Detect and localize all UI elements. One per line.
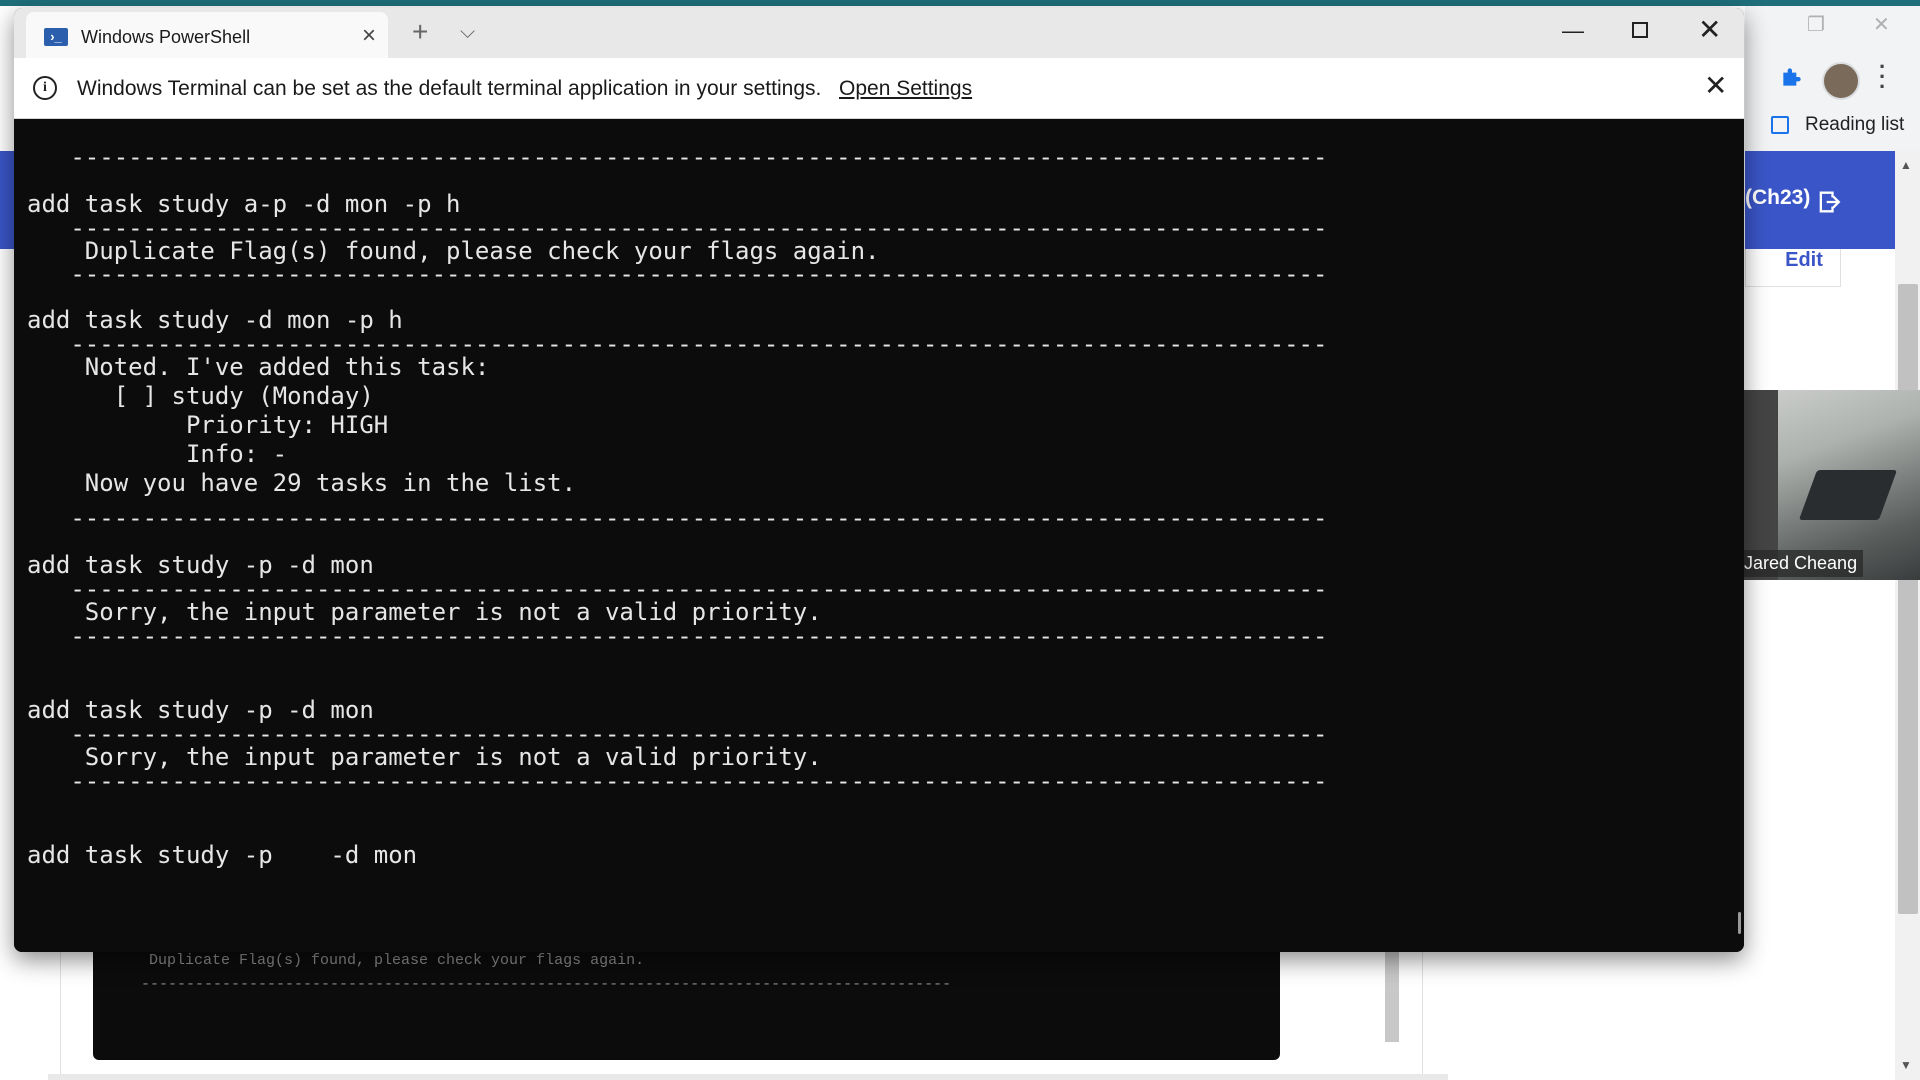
background-terminal: Duplicate Flag(s) found, please check yo… <box>93 952 1280 1060</box>
tab-close-icon[interactable]: × <box>362 24 376 48</box>
powershell-icon: ›_ <box>44 28 68 46</box>
edit-button[interactable]: Edit <box>1745 249 1841 287</box>
participant-name: Jared Cheang <box>1738 550 1864 577</box>
terminal-window: ›_ Windows PowerShell × + ⌵ — ✕ i Window… <box>14 8 1744 952</box>
terminal-line: [ ] study (Monday) <box>27 382 374 410</box>
bg-scrollbar <box>1385 952 1399 1042</box>
terminal-line: Info: - <box>27 440 288 468</box>
divider <box>1422 952 1423 1080</box>
menu-icon[interactable]: · · · <box>1879 56 1886 98</box>
restore-icon[interactable]: ❐ <box>1807 12 1825 37</box>
open-settings-link[interactable]: Open Settings <box>839 77 972 101</box>
bg-strip <box>48 1074 1448 1080</box>
terminal-output[interactable]: ----------------------------------------… <box>14 119 1744 952</box>
maximize-button[interactable] <box>1632 22 1648 38</box>
terminal-line: ----------------------------------------… <box>27 622 1328 650</box>
close-button[interactable]: ✕ <box>1698 16 1721 44</box>
web-chip: (Ch23) <box>1745 186 1811 209</box>
reading-list-icon[interactable] <box>1771 116 1789 134</box>
terminal-scrollbar[interactable] <box>1738 912 1741 934</box>
terminal-line: add task study -p -d mon <box>27 841 418 869</box>
bg-terminal-line: Duplicate Flag(s) found, please check yo… <box>149 952 645 969</box>
scroll-up-icon[interactable]: ▲ <box>1900 158 1912 172</box>
tab-title: Windows PowerShell <box>81 27 251 47</box>
web-scroll-thumb[interactable] <box>1898 284 1918 914</box>
terminal-line: Noted. I've added this task: <box>27 353 490 381</box>
divider <box>60 952 61 1080</box>
terminal-line: Priority: HIGH <box>27 411 389 439</box>
exit-icon[interactable] <box>1815 188 1843 216</box>
minimize-button[interactable]: — <box>1562 18 1584 44</box>
terminal-line: ----------------------------------------… <box>27 260 1328 288</box>
infobar-close-icon[interactable]: ✕ <box>1704 72 1727 100</box>
dropdown-button[interactable]: ⌵ <box>460 20 475 44</box>
info-bar: i Windows Terminal can be set as the def… <box>14 58 1744 119</box>
bg-terminal-line: ----------------------------------------… <box>141 976 952 993</box>
puzzle-icon[interactable] <box>1779 64 1805 90</box>
info-message: Windows Terminal can be set as the defau… <box>77 77 822 100</box>
web-header-left <box>0 151 14 249</box>
scroll-down-icon[interactable]: ▼ <box>1900 1058 1912 1072</box>
terminal-line: ----------------------------------------… <box>27 143 1328 171</box>
avatar[interactable] <box>1822 62 1860 100</box>
terminal-line: ----------------------------------------… <box>27 504 1328 532</box>
title-bar[interactable]: ›_ Windows PowerShell × + ⌵ — ✕ <box>14 8 1744 62</box>
info-icon: i <box>33 76 57 100</box>
close-icon[interactable]: ✕ <box>1873 12 1890 37</box>
new-tab-button[interactable]: + <box>412 18 428 46</box>
terminal-line: ----------------------------------------… <box>27 767 1328 795</box>
desktop-strip <box>0 0 1920 6</box>
terminal-line: Now you have 29 tasks in the list. <box>27 469 577 497</box>
reading-list-label[interactable]: Reading list <box>1805 114 1904 136</box>
tab-windows-powershell[interactable]: ›_ Windows PowerShell × <box>26 12 388 62</box>
